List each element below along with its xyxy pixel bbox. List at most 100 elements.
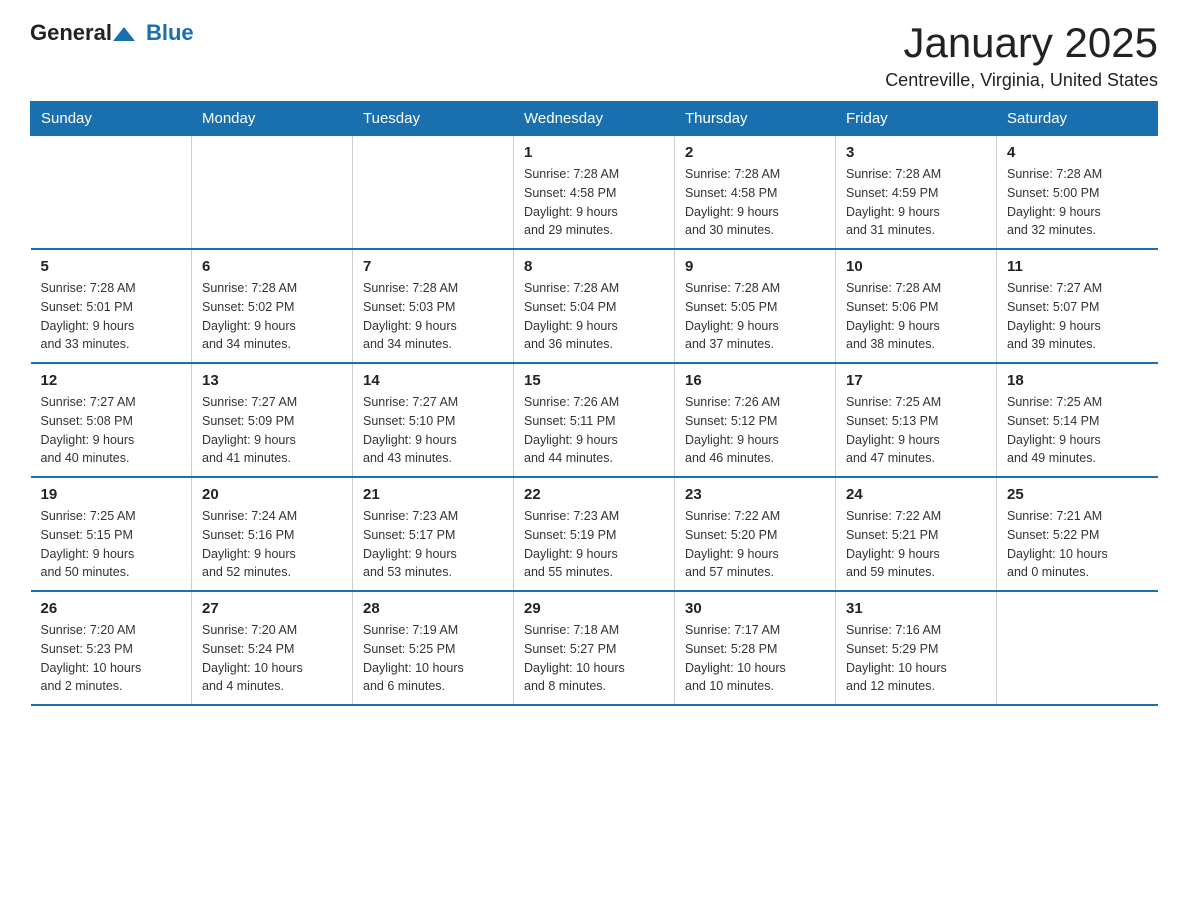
day-info: Sunrise: 7:28 AMSunset: 5:05 PMDaylight:… (685, 279, 825, 354)
day-info: Sunrise: 7:28 AMSunset: 4:58 PMDaylight:… (524, 165, 664, 240)
day-info: Sunrise: 7:26 AMSunset: 5:11 PMDaylight:… (524, 393, 664, 468)
calendar-cell: 10 Sunrise: 7:28 AMSunset: 5:06 PMDayligh… (836, 249, 997, 363)
day-info: Sunrise: 7:28 AMSunset: 5:00 PMDaylight:… (1007, 165, 1148, 240)
calendar-cell: 20Sunrise: 7:24 AMSunset: 5:16 PMDayligh… (192, 477, 353, 591)
day-info: Sunrise: 7:25 AMSunset: 5:15 PMDaylight:… (41, 507, 182, 582)
page-title: January 2025 (885, 20, 1158, 66)
logo: General Blue (30, 20, 194, 46)
day-number: 25 (1007, 486, 1148, 503)
day-number: 15 (524, 372, 664, 389)
calendar-cell: 5 Sunrise: 7:28 AMSunset: 5:01 PMDaylight… (31, 249, 192, 363)
calendar-header-saturday: Saturday (997, 102, 1158, 136)
day-info: Sunrise: 7:24 AMSunset: 5:16 PMDaylight:… (202, 507, 342, 582)
day-number: 17 (846, 372, 986, 389)
day-number: 7 (363, 258, 503, 275)
day-number: 31 (846, 600, 986, 617)
calendar-cell: 8 Sunrise: 7:28 AMSunset: 5:04 PMDaylight… (514, 249, 675, 363)
day-info: Sunrise: 7:20 AMSunset: 5:23 PMDaylight:… (41, 621, 182, 696)
day-info: Sunrise: 7:28 AMSunset: 5:01 PMDaylight:… (41, 279, 182, 354)
day-number: 8 (524, 258, 664, 275)
calendar-cell: 17Sunrise: 7:25 AMSunset: 5:13 PMDayligh… (836, 363, 997, 477)
calendar-cell: 26Sunrise: 7:20 AMSunset: 5:23 PMDayligh… (31, 591, 192, 705)
logo-general: General (30, 20, 112, 46)
calendar-header-monday: Monday (192, 102, 353, 136)
day-info: Sunrise: 7:20 AMSunset: 5:24 PMDaylight:… (202, 621, 342, 696)
calendar-header-sunday: Sunday (31, 102, 192, 136)
calendar-header-wednesday: Wednesday (514, 102, 675, 136)
day-info: Sunrise: 7:26 AMSunset: 5:12 PMDaylight:… (685, 393, 825, 468)
day-info: Sunrise: 7:27 AMSunset: 5:08 PMDaylight:… (41, 393, 182, 468)
calendar-cell (997, 591, 1158, 705)
calendar-table: SundayMondayTuesdayWednesdayThursdayFrid… (30, 101, 1158, 706)
day-info: Sunrise: 7:28 AMSunset: 5:02 PMDaylight:… (202, 279, 342, 354)
calendar-cell: 6 Sunrise: 7:28 AMSunset: 5:02 PMDaylight… (192, 249, 353, 363)
day-number: 3 (846, 144, 986, 161)
calendar-cell (192, 136, 353, 250)
calendar-cell: 9 Sunrise: 7:28 AMSunset: 5:05 PMDaylight… (675, 249, 836, 363)
day-number: 5 (41, 258, 182, 275)
calendar-cell: 11 Sunrise: 7:27 AMSunset: 5:07 PMDayligh… (997, 249, 1158, 363)
day-number: 16 (685, 372, 825, 389)
day-number: 27 (202, 600, 342, 617)
day-info: Sunrise: 7:27 AMSunset: 5:09 PMDaylight:… (202, 393, 342, 468)
calendar-cell: 31 Sunrise: 7:16 AMSunset: 5:29 PMDayligh… (836, 591, 997, 705)
calendar-cell: 24 Sunrise: 7:22 AMSunset: 5:21 PMDayligh… (836, 477, 997, 591)
day-number: 12 (41, 372, 182, 389)
day-number: 9 (685, 258, 825, 275)
calendar-cell: 2Sunrise: 7:28 AMSunset: 4:58 PMDaylight… (675, 136, 836, 250)
calendar-cell: 14Sunrise: 7:27 AMSunset: 5:10 PMDayligh… (353, 363, 514, 477)
calendar-cell: 16 Sunrise: 7:26 AMSunset: 5:12 PMDayligh… (675, 363, 836, 477)
day-info: Sunrise: 7:23 AMSunset: 5:19 PMDaylight:… (524, 507, 664, 582)
day-info: Sunrise: 7:25 AMSunset: 5:14 PMDaylight:… (1007, 393, 1148, 468)
calendar-cell: 3 Sunrise: 7:28 AMSunset: 4:59 PMDaylight… (836, 136, 997, 250)
day-number: 22 (524, 486, 664, 503)
calendar-cell: 19 Sunrise: 7:25 AMSunset: 5:15 PMDayligh… (31, 477, 192, 591)
day-number: 28 (363, 600, 503, 617)
page-subtitle: Centreville, Virginia, United States (885, 70, 1158, 91)
day-info: Sunrise: 7:28 AMSunset: 5:06 PMDaylight:… (846, 279, 986, 354)
day-number: 1 (524, 144, 664, 161)
day-number: 6 (202, 258, 342, 275)
calendar-cell: 25 Sunrise: 7:21 AMSunset: 5:22 PMDayligh… (997, 477, 1158, 591)
logo-blue: Blue (146, 20, 194, 46)
day-number: 18 (1007, 372, 1148, 389)
calendar-cell: 23Sunrise: 7:22 AMSunset: 5:20 PMDayligh… (675, 477, 836, 591)
calendar-cell: 13 Sunrise: 7:27 AMSunset: 5:09 PMDayligh… (192, 363, 353, 477)
day-number: 19 (41, 486, 182, 503)
day-info: Sunrise: 7:28 AMSunset: 5:03 PMDaylight:… (363, 279, 503, 354)
calendar-header-tuesday: Tuesday (353, 102, 514, 136)
day-number: 4 (1007, 144, 1148, 161)
day-number: 24 (846, 486, 986, 503)
day-info: Sunrise: 7:28 AMSunset: 5:04 PMDaylight:… (524, 279, 664, 354)
day-info: Sunrise: 7:18 AMSunset: 5:27 PMDaylight:… (524, 621, 664, 696)
calendar-week-row: 1 Sunrise: 7:28 AMSunset: 4:58 PMDaylight… (31, 136, 1158, 250)
calendar-cell: 7 Sunrise: 7:28 AMSunset: 5:03 PMDaylight… (353, 249, 514, 363)
day-info: Sunrise: 7:22 AMSunset: 5:21 PMDaylight:… (846, 507, 986, 582)
day-number: 11 (1007, 258, 1148, 275)
day-info: Sunrise: 7:22 AMSunset: 5:20 PMDaylight:… (685, 507, 825, 582)
day-info: Sunrise: 7:23 AMSunset: 5:17 PMDaylight:… (363, 507, 503, 582)
calendar-cell (353, 136, 514, 250)
calendar-header-friday: Friday (836, 102, 997, 136)
calendar-week-row: 5 Sunrise: 7:28 AMSunset: 5:01 PMDaylight… (31, 249, 1158, 363)
day-number: 10 (846, 258, 986, 275)
logo-triangle-icon (113, 23, 135, 45)
calendar-cell: 18 Sunrise: 7:25 AMSunset: 5:14 PMDayligh… (997, 363, 1158, 477)
day-number: 21 (363, 486, 503, 503)
day-info: Sunrise: 7:27 AMSunset: 5:10 PMDaylight:… (363, 393, 503, 468)
calendar-cell: 30Sunrise: 7:17 AMSunset: 5:28 PMDayligh… (675, 591, 836, 705)
title-section: January 2025 Centreville, Virginia, Unit… (885, 20, 1158, 91)
day-number: 13 (202, 372, 342, 389)
day-info: Sunrise: 7:28 AMSunset: 4:59 PMDaylight:… (846, 165, 986, 240)
calendar-cell: 1 Sunrise: 7:28 AMSunset: 4:58 PMDaylight… (514, 136, 675, 250)
calendar-header-row: SundayMondayTuesdayWednesdayThursdayFrid… (31, 102, 1158, 136)
day-info: Sunrise: 7:21 AMSunset: 5:22 PMDaylight:… (1007, 507, 1148, 582)
day-info: Sunrise: 7:27 AMSunset: 5:07 PMDaylight:… (1007, 279, 1148, 354)
day-number: 2 (685, 144, 825, 161)
calendar-cell: 4 Sunrise: 7:28 AMSunset: 5:00 PMDaylight… (997, 136, 1158, 250)
calendar-cell: 28Sunrise: 7:19 AMSunset: 5:25 PMDayligh… (353, 591, 514, 705)
day-info: Sunrise: 7:16 AMSunset: 5:29 PMDaylight:… (846, 621, 986, 696)
day-info: Sunrise: 7:17 AMSunset: 5:28 PMDaylight:… (685, 621, 825, 696)
calendar-cell (31, 136, 192, 250)
calendar-cell: 29Sunrise: 7:18 AMSunset: 5:27 PMDayligh… (514, 591, 675, 705)
